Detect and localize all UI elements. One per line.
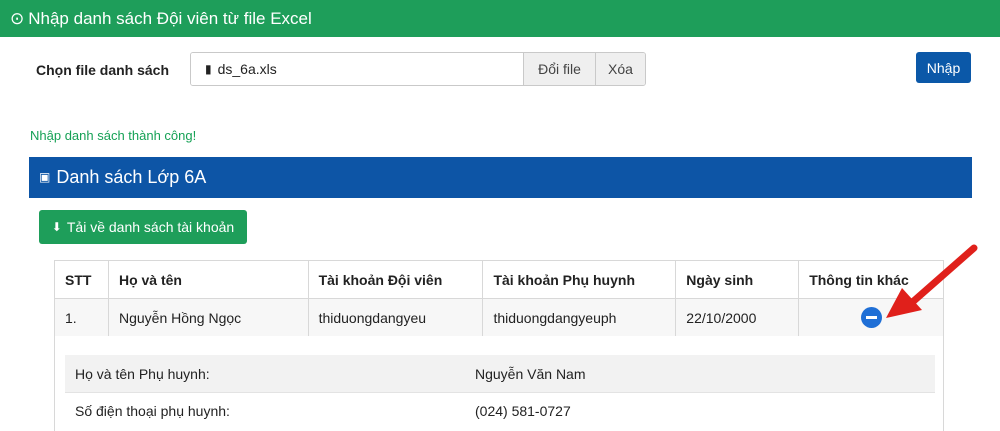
id-card-icon: ▣ — [39, 170, 51, 184]
col-header-parent-account: Tài khoản Phụ huynh — [482, 260, 677, 299]
change-file-button[interactable]: Đổi file — [523, 53, 595, 85]
detail-row: Họ và tên Phụ huynh: Nguyễn Văn Nam — [65, 355, 935, 392]
file-picker: ▮ ds_6a.xls Đổi file Xóa — [190, 52, 646, 86]
collapse-details-icon[interactable] — [860, 307, 882, 328]
import-button[interactable]: Nhập — [916, 52, 971, 83]
table-header-row: STT Họ và tên Tài khoản Đội viên Tài kho… — [54, 260, 944, 299]
red-arrow-icon — [886, 244, 978, 318]
download-accounts-button[interactable]: ⬇ Tải về danh sách tài khoản — [39, 210, 247, 244]
file-name: ds_6a.xls — [217, 61, 277, 77]
col-header-name: Họ và tên — [107, 260, 309, 299]
file-icon: ▮ — [205, 62, 212, 76]
delete-file-button[interactable]: Xóa — [595, 53, 645, 85]
cell-member-account: thiduongdangyeu — [307, 298, 484, 337]
success-message: Nhập danh sách thành công! — [30, 128, 197, 143]
page-title: Nhập danh sách Đội viên từ file Excel — [28, 9, 312, 28]
file-picker-label: Chọn file danh sách — [36, 62, 170, 78]
table-row: 1. Nguyễn Hồng Ngọc thiduongdangyeu thid… — [54, 298, 944, 337]
download-accounts-label: Tải về danh sách tài khoản — [66, 219, 235, 235]
cell-parent-account: thiduongdangyeuph — [482, 298, 677, 337]
members-table: STT Họ và tên Tài khoản Đội viên Tài kho… — [54, 260, 944, 337]
clock-icon: ⊙ — [10, 9, 25, 28]
panel-title: Danh sách Lớp 6A — [56, 167, 207, 187]
detail-label: Số điện thoại phụ huynh: — [75, 403, 230, 419]
detail-value: (024) 581-0727 — [475, 403, 571, 419]
col-header-birthdate: Ngày sinh — [675, 260, 800, 299]
file-name-field[interactable]: ▮ ds_6a.xls — [191, 53, 523, 85]
detail-row: Số điện thoại phụ huynh: (024) 581-0727 — [65, 392, 935, 429]
detail-value: Nguyễn Văn Nam — [475, 365, 586, 382]
col-header-member-account: Tài khoản Đội viên — [307, 260, 484, 299]
page-header: ⊙ Nhập danh sách Đội viên từ file Excel — [0, 0, 1000, 37]
row-details: Họ và tên Phụ huynh: Nguyễn Văn Nam Số đ… — [54, 336, 944, 431]
col-header-stt: STT — [54, 260, 109, 299]
download-icon: ⬇ — [51, 220, 62, 234]
cell-name: Nguyễn Hồng Ngọc — [107, 298, 309, 337]
cell-birthdate: 22/10/2000 — [675, 298, 800, 337]
panel-header: ▣ Danh sách Lớp 6A — [29, 157, 972, 198]
cell-stt: 1. — [54, 298, 109, 337]
detail-label: Họ và tên Phụ huynh: — [75, 365, 210, 382]
